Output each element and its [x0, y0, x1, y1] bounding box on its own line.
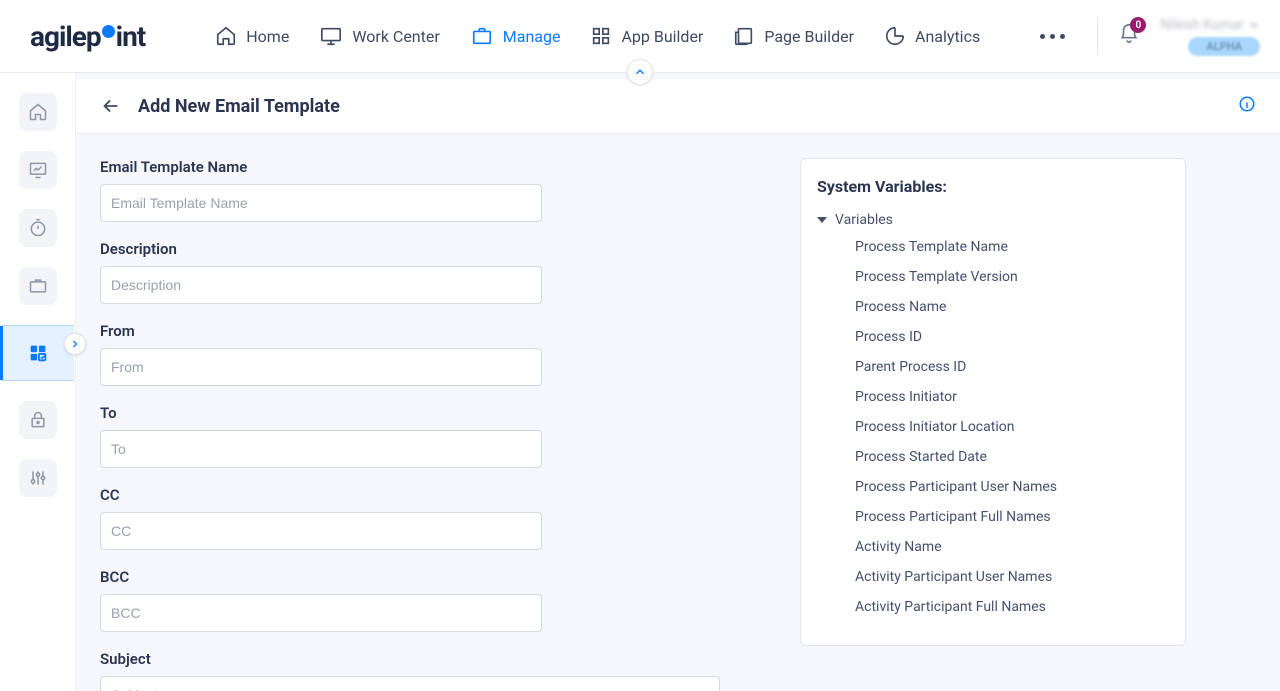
description-input[interactable]	[100, 266, 542, 304]
email-template-form: Email Template Name Description From To …	[100, 158, 800, 691]
user-menu[interactable]: Nilesh Kumar ALPHA	[1160, 17, 1260, 56]
triangle-down-icon	[817, 217, 827, 223]
nav-app-builder[interactable]: App Builder	[590, 25, 703, 47]
variables-panel-title: System Variables:	[817, 177, 1185, 196]
lock-icon	[28, 410, 48, 430]
variable-item[interactable]: Activity Name	[817, 532, 1177, 562]
nav-app-builder-label: App Builder	[621, 27, 703, 46]
to-input[interactable]	[100, 430, 542, 468]
nav-home[interactable]: Home	[215, 25, 289, 47]
sidebar-item-monitor[interactable]	[19, 151, 57, 189]
home-outline-icon	[28, 102, 48, 122]
pages-icon	[733, 25, 755, 47]
variable-item[interactable]: Process Initiator Location	[817, 412, 1177, 442]
sliders-icon	[28, 468, 48, 488]
sidebar-item-timer[interactable]	[19, 209, 57, 247]
divider	[1097, 17, 1098, 55]
variable-item[interactable]: Process Initiator	[817, 382, 1177, 412]
sidebar-item-home[interactable]	[19, 93, 57, 131]
briefcase-outline-icon	[28, 276, 48, 296]
variable-item[interactable]: Process Participant User Names	[817, 472, 1177, 502]
notifications-button[interactable]: 0	[1118, 23, 1140, 49]
nav-work-center-label: Work Center	[352, 27, 439, 46]
logo-dot-icon	[102, 25, 115, 38]
from-input[interactable]	[100, 348, 542, 386]
subject-input[interactable]	[100, 676, 720, 691]
template-name-input[interactable]	[100, 184, 542, 222]
back-button[interactable]	[100, 95, 122, 117]
arrow-left-icon	[100, 95, 122, 117]
analytics-icon	[884, 25, 906, 47]
nav-page-builder-label: Page Builder	[764, 27, 854, 46]
stopwatch-icon	[28, 218, 48, 238]
nav-page-builder[interactable]: Page Builder	[733, 25, 854, 47]
subject-label: Subject	[100, 650, 760, 668]
user-name-label: Nilesh Kumar	[1160, 17, 1244, 33]
variable-item[interactable]: Process Template Version	[817, 262, 1177, 292]
cc-label: CC	[100, 486, 760, 504]
variables-root-label: Variables	[835, 212, 893, 228]
variable-item[interactable]: Process Participant Full Names	[817, 502, 1177, 532]
page-header: Add New Email Template	[76, 79, 1280, 134]
top-navbar: agilepint Home Work Center Manage App Bu…	[0, 0, 1280, 73]
nav-analytics[interactable]: Analytics	[884, 25, 980, 47]
info-button[interactable]	[1238, 95, 1256, 117]
nav-work-center[interactable]: Work Center	[319, 25, 439, 47]
monitor-icon	[319, 25, 343, 47]
sidebar-item-templates[interactable]	[2, 325, 74, 381]
page-title: Add New Email Template	[138, 96, 340, 117]
variable-item[interactable]: Parent Process ID	[817, 352, 1177, 382]
home-icon	[215, 25, 237, 47]
variable-item[interactable]: Process Started Date	[817, 442, 1177, 472]
from-label: From	[100, 322, 760, 340]
to-label: To	[100, 404, 760, 422]
variables-scroll-area[interactable]: Variables Process Template Name Process …	[817, 208, 1185, 624]
sidebar-expand-button[interactable]	[64, 333, 86, 355]
bcc-input[interactable]	[100, 594, 542, 632]
description-label: Description	[100, 240, 760, 258]
sidebar-item-work[interactable]	[19, 267, 57, 305]
nav-manage[interactable]: Manage	[470, 25, 561, 47]
nav-home-label: Home	[246, 27, 289, 46]
system-variables-panel: System Variables: Variables Process Temp…	[800, 158, 1186, 646]
chevron-right-icon	[69, 338, 81, 350]
variable-item[interactable]: Activity Participant Full Names	[817, 592, 1177, 622]
chevron-up-icon	[633, 65, 647, 79]
bcc-label: BCC	[100, 568, 760, 586]
nav-more-button[interactable]	[1040, 34, 1065, 39]
grid-check-icon	[27, 342, 49, 364]
chevron-down-icon	[1248, 19, 1260, 31]
cc-input[interactable]	[100, 512, 542, 550]
logo[interactable]: agilepint	[30, 20, 145, 53]
collapse-topbar-button[interactable]	[627, 59, 653, 85]
top-nav: Home Work Center Manage App Builder Page…	[215, 25, 1065, 47]
template-name-label: Email Template Name	[100, 158, 760, 176]
variable-item[interactable]: Activity Participant User Names	[817, 562, 1177, 592]
briefcase-icon	[470, 25, 494, 47]
apps-icon	[590, 25, 612, 47]
variables-root-node[interactable]: Variables	[817, 208, 1177, 232]
sidebar-item-settings[interactable]	[19, 459, 57, 497]
tier-badge: ALPHA	[1188, 37, 1260, 56]
nav-analytics-label: Analytics	[915, 27, 980, 46]
variable-item[interactable]: Process Name	[817, 292, 1177, 322]
sidebar	[0, 73, 76, 691]
variable-item[interactable]: Process Template Name	[817, 232, 1177, 262]
notification-count-badge: 0	[1130, 17, 1146, 33]
variable-item[interactable]: Process ID	[817, 322, 1177, 352]
info-icon	[1238, 95, 1256, 113]
sidebar-item-security[interactable]	[19, 401, 57, 439]
nav-manage-label: Manage	[503, 27, 561, 46]
monitor-chart-icon	[28, 160, 48, 180]
